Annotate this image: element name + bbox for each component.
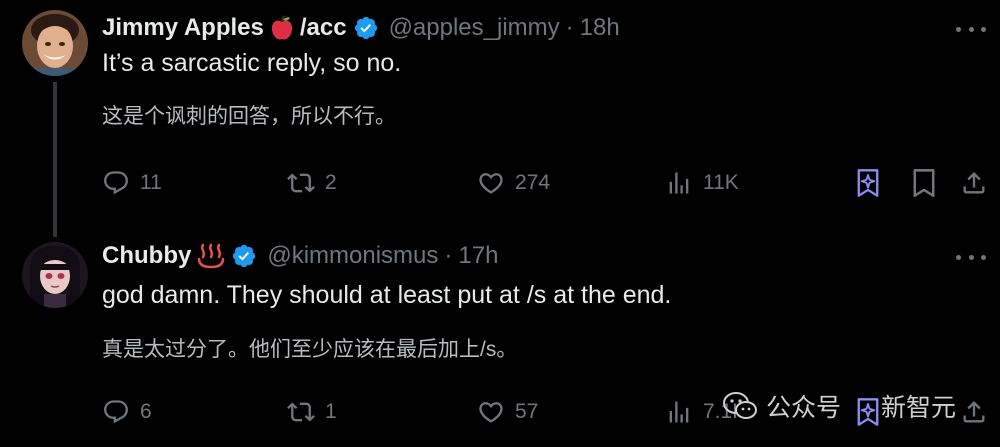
watermark: 公众号 新智元: [722, 386, 956, 426]
repost-count: 2: [325, 171, 337, 194]
more-options-icon[interactable]: [956, 19, 986, 39]
tweet-header: Chubby @kimmonismus · 17h: [102, 239, 498, 273]
tweet-text: god damn. They should at least put at /s…: [102, 281, 672, 309]
watermark-brand: 新智元: [881, 394, 957, 422]
reply-count: 11: [140, 171, 162, 194]
tweet-header: Jimmy Apples /acc @apples_jimmy · 18h: [102, 11, 620, 45]
reply-icon: [104, 400, 128, 424]
share-icon: [963, 172, 985, 194]
grok-button[interactable]: [854, 163, 882, 203]
tweet-translation: 这是个讽刺的回答，所以不行。: [102, 105, 396, 128]
reply-button[interactable]: 11: [102, 163, 162, 203]
watermark-text: 公众号: [766, 394, 842, 422]
repost-count: 1: [325, 400, 337, 423]
like-count: 274: [515, 171, 551, 194]
apple-emoji-icon: [270, 15, 294, 41]
tweet-translation: 真是太过分了。他们至少应该在最后加上/s。: [102, 338, 518, 361]
wechat-icon: [723, 392, 757, 419]
bookmark-icon: [913, 169, 935, 197]
tweet[interactable]: Jimmy Apples /acc @apples_jimmy · 18h It…: [0, 0, 1000, 237]
timestamp[interactable]: 17h: [458, 242, 498, 270]
hot-springs-emoji-icon: [197, 243, 225, 269]
repost-icon: [287, 402, 315, 422]
timestamp[interactable]: 18h: [580, 14, 620, 42]
verified-badge-icon: [353, 15, 379, 41]
avatar[interactable]: [22, 10, 88, 76]
like-button[interactable]: 274: [477, 163, 550, 203]
views-count: 11K: [703, 171, 739, 194]
views-icon: [669, 401, 689, 423]
author-name-suffix: /acc: [299, 14, 347, 41]
reply-icon: [104, 171, 128, 195]
author-name[interactable]: Chubby: [102, 242, 191, 270]
reply-count: 6: [140, 400, 152, 423]
views-icon: [669, 172, 689, 194]
tweet-text: It’s a sarcastic reply, so no.: [102, 49, 402, 77]
repost-icon: [287, 173, 315, 193]
heart-icon: [479, 173, 503, 194]
separator-dot: ·: [444, 242, 453, 269]
share-button[interactable]: [960, 163, 988, 203]
reply-button[interactable]: 6: [102, 392, 152, 432]
heart-icon: [479, 402, 503, 423]
share-icon: [963, 401, 985, 423]
like-button[interactable]: 57: [477, 392, 538, 432]
thread-line: [53, 82, 57, 237]
separator-dot: ·: [565, 14, 574, 41]
like-count: 57: [515, 400, 539, 423]
author-handle[interactable]: @kimmonismus: [267, 242, 438, 270]
author-handle[interactable]: @apples_jimmy: [389, 14, 560, 42]
avatar[interactable]: [22, 242, 88, 308]
author-name[interactable]: Jimmy Apples: [102, 14, 264, 42]
tweet-actions: 11 2 274 11K: [102, 163, 992, 203]
views-button[interactable]: 11K: [665, 163, 739, 203]
repost-button[interactable]: 2: [287, 163, 337, 203]
verified-badge-icon: [231, 243, 257, 269]
repost-button[interactable]: 1: [287, 392, 337, 432]
more-options-icon[interactable]: [956, 247, 986, 267]
bookmark-button[interactable]: [910, 163, 938, 203]
share-button[interactable]: [960, 392, 988, 432]
grok-icon: [857, 169, 879, 197]
